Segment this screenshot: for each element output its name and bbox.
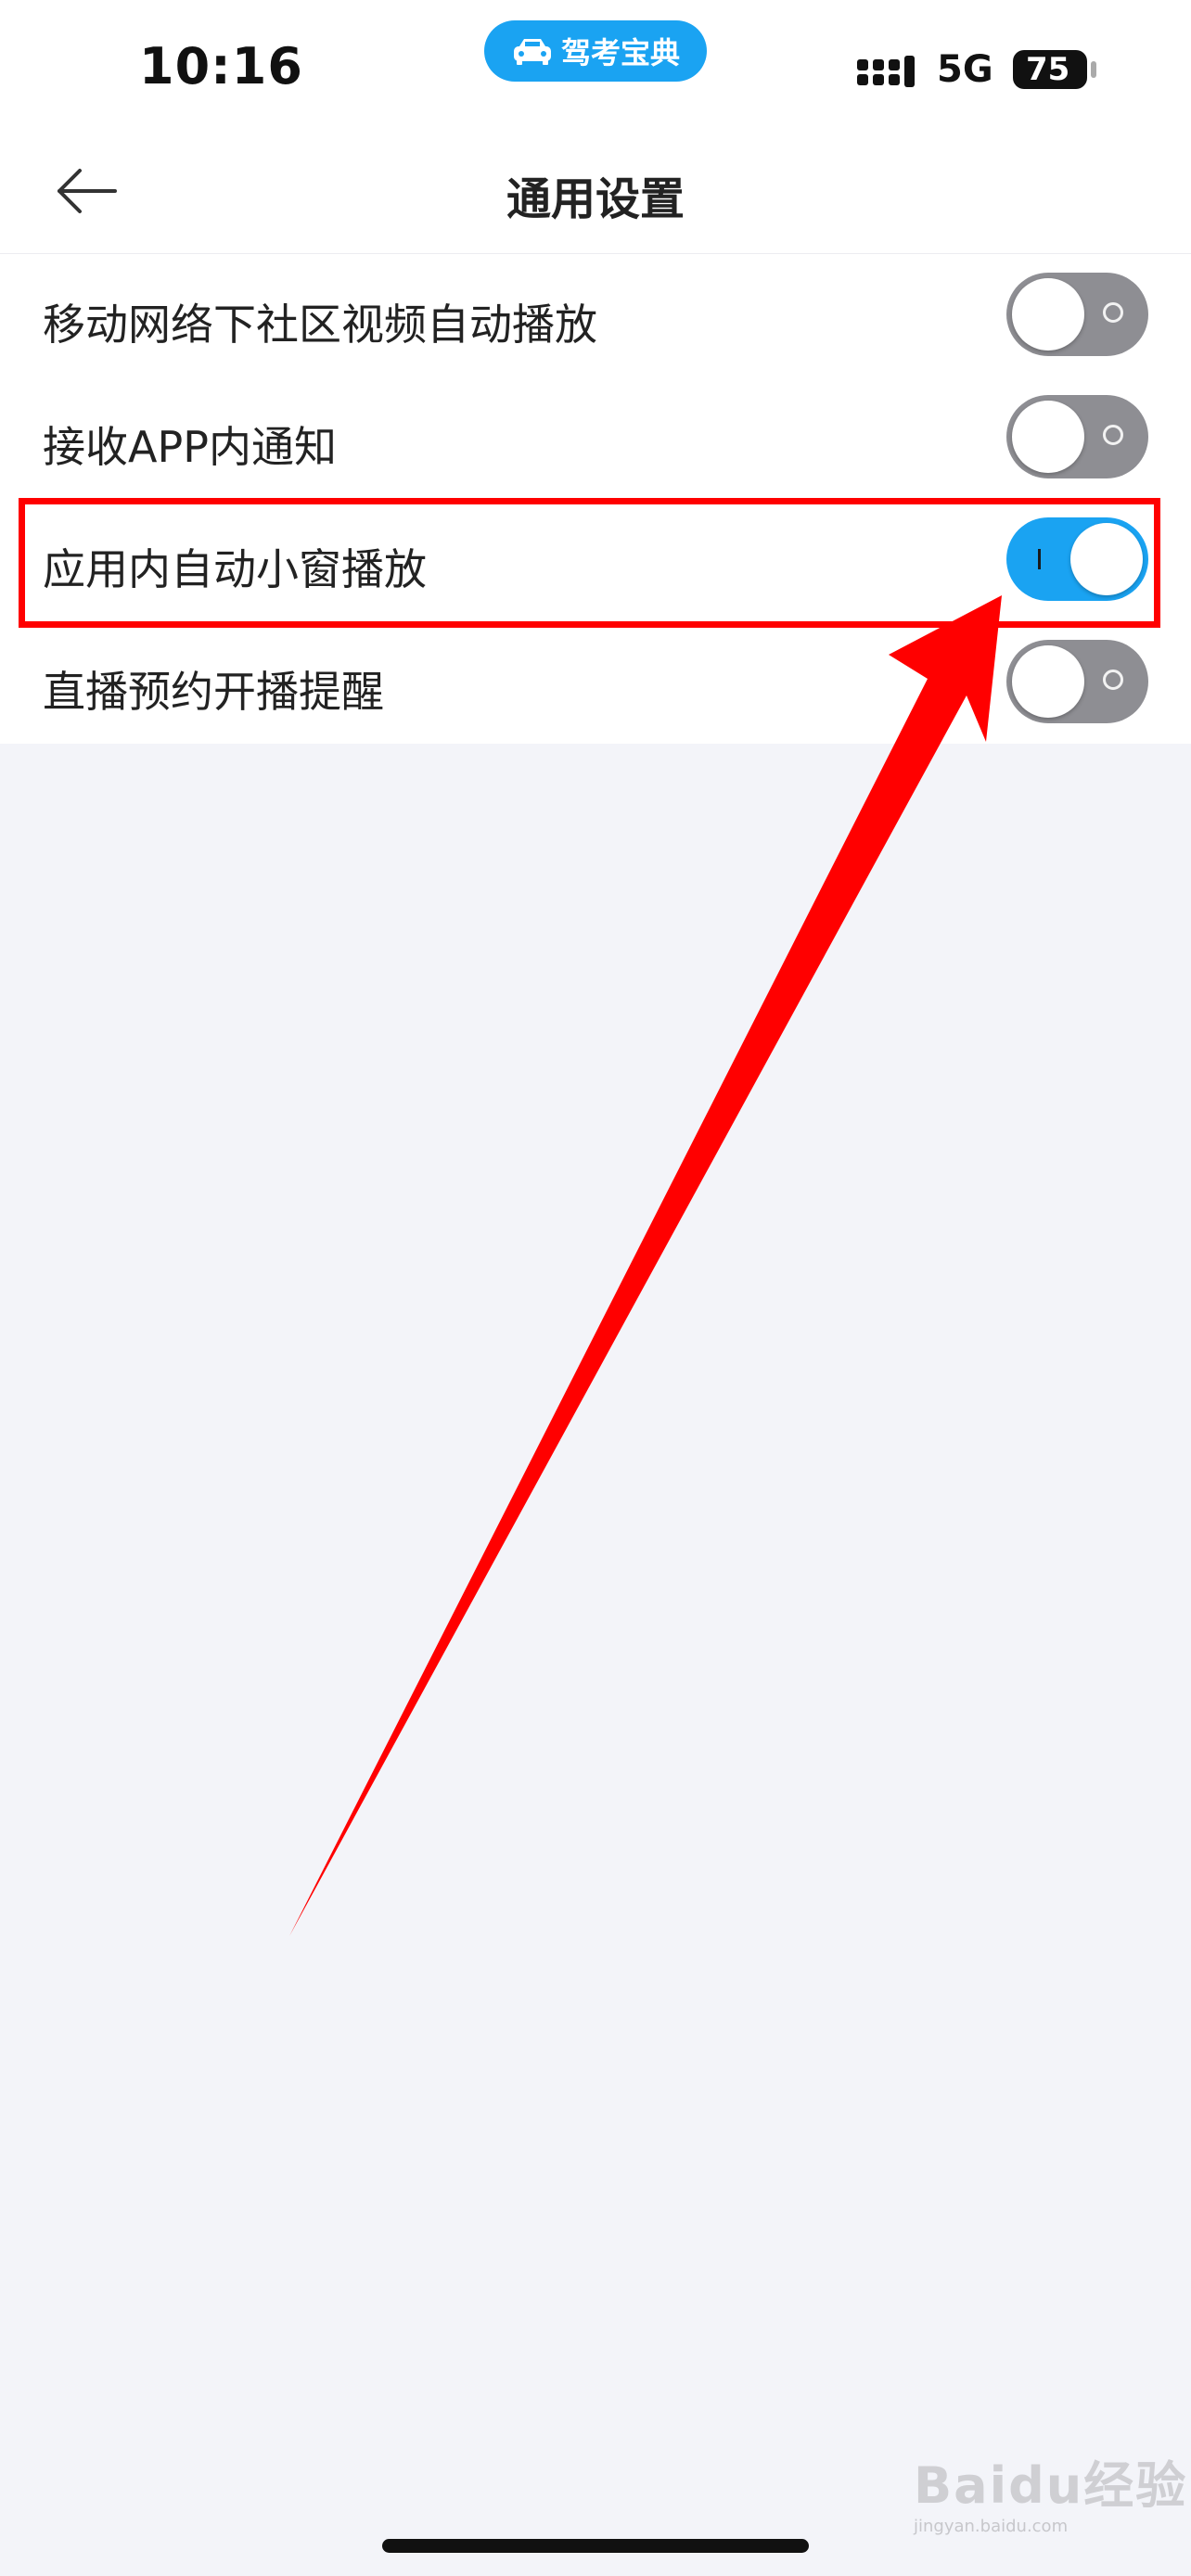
battery-level: 75 (1026, 51, 1070, 88)
setting-row-mini-window-autoplay: 应用内自动小窗播放 (0, 499, 1191, 621)
toggle-on-indicator (1038, 549, 1041, 569)
app-badge[interactable]: 驾考宝典 (484, 20, 707, 82)
baidu-watermark-url: jingyan.baidu.com (914, 2517, 1069, 2536)
toggle-knob (1012, 645, 1084, 718)
setting-row-community-video-autoplay: 移动网络下社区视频自动播放 (0, 254, 1191, 376)
setting-label: 应用内自动小窗播放 (43, 544, 427, 594)
baidu-watermark: Baidu经验 (914, 2456, 1188, 2515)
navigation-bar: 通用设置 (0, 134, 1191, 254)
setting-label: 接收APP内通知 (43, 422, 337, 472)
battery-indicator: 75 (1013, 50, 1087, 89)
network-type: 5G (937, 48, 993, 91)
setting-label: 直播预约开播提醒 (43, 667, 384, 717)
toggle-knob (1012, 401, 1084, 473)
status-time: 10:16 (139, 37, 303, 96)
toggle-knob (1012, 278, 1084, 351)
setting-row-app-notifications: 接收APP内通知 (0, 376, 1191, 499)
mini-window-autoplay-toggle[interactable] (1006, 517, 1148, 601)
toggle-off-indicator (1103, 425, 1123, 445)
toggle-knob (1070, 523, 1143, 595)
community-video-autoplay-toggle[interactable] (1006, 273, 1148, 356)
settings-list: 移动网络下社区视频自动播放 接收APP内通知 应用内自动小窗播放 直播预约开播提… (0, 254, 1191, 744)
live-reminder-toggle[interactable] (1006, 640, 1148, 723)
battery-tip (1091, 61, 1096, 78)
cellular-signal-icon (857, 56, 915, 87)
page-title: 通用设置 (506, 173, 685, 225)
car-icon (513, 39, 551, 65)
app-badge-label: 驾考宝典 (560, 35, 680, 70)
setting-row-live-reminder: 直播预约开播提醒 (0, 621, 1191, 744)
app-notifications-toggle[interactable] (1006, 395, 1148, 478)
setting-label: 移动网络下社区视频自动播放 (43, 300, 597, 350)
toggle-off-indicator (1103, 302, 1123, 323)
toggle-off-indicator (1103, 670, 1123, 690)
home-indicator[interactable] (382, 2539, 809, 2553)
status-bar: 10:16 驾考宝典 5G 75 (0, 0, 1191, 134)
